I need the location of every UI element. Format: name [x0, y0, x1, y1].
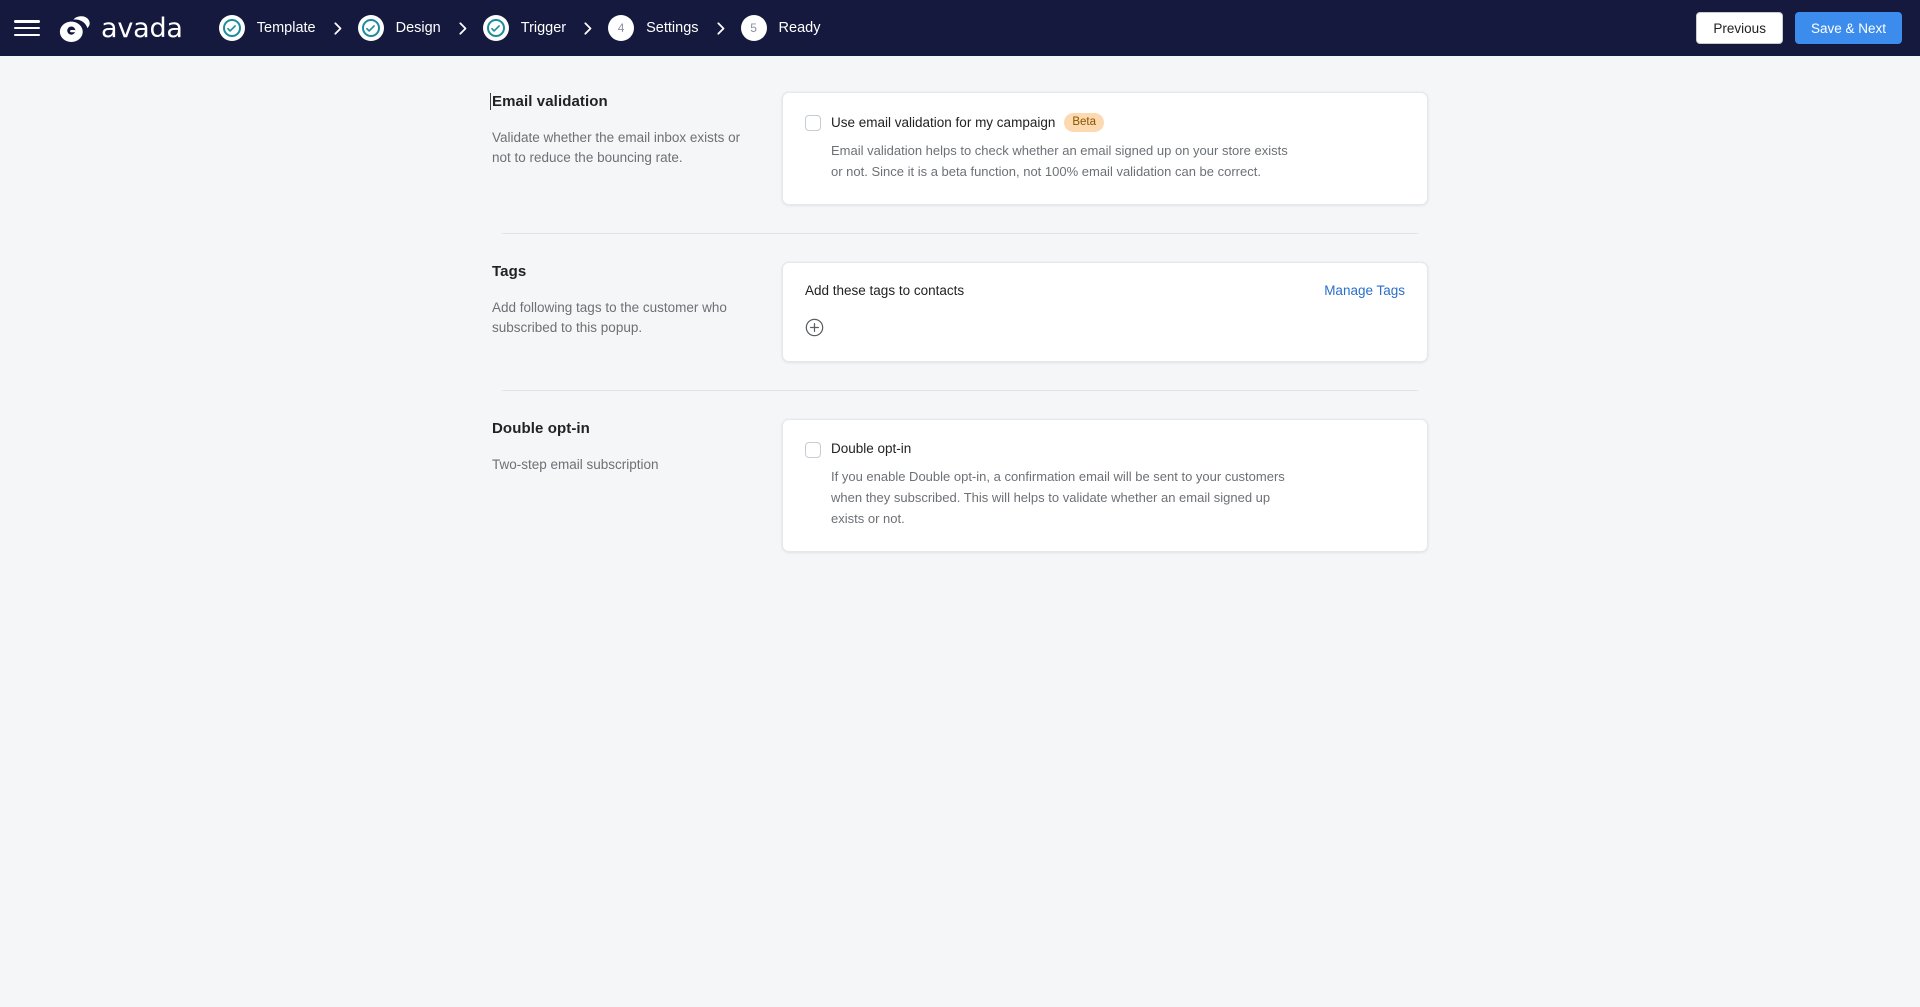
- wizard-step-trigger[interactable]: Trigger: [482, 15, 567, 41]
- step-status-icon-done: [218, 15, 245, 41]
- section-right-tags: Add these tags to contacts Manage Tags: [782, 262, 1428, 362]
- previous-button[interactable]: Previous: [1696, 12, 1783, 44]
- wizard-step-ready[interactable]: 5 Ready: [740, 15, 821, 41]
- section-description-tags: Add following tags to the customer who s…: [492, 300, 727, 335]
- section-left-tags: Tags Add following tags to the customer …: [492, 262, 782, 338]
- wizard-step-label: Ready: [778, 20, 821, 36]
- section-divider: [502, 390, 1418, 391]
- email-validation-checkbox-text: Use email validation for my campaign: [831, 114, 1056, 130]
- section-right-double-opt-in: Double opt-in If you enable Double opt-i…: [782, 419, 1428, 552]
- step-number: 5: [750, 21, 757, 35]
- double-opt-in-checkbox-text: Double opt-in: [831, 441, 912, 456]
- wizard-step-label: Design: [395, 20, 441, 36]
- tags-card-label: Add these tags to contacts: [805, 283, 965, 298]
- tags-card: Add these tags to contacts Manage Tags: [782, 262, 1428, 362]
- save-and-next-button[interactable]: Save & Next: [1794, 12, 1902, 44]
- section-tags: Tags Add following tags to the customer …: [492, 262, 1428, 362]
- email-validation-checkbox-row: Use email validation for my campaign Bet…: [805, 113, 1405, 132]
- page-title-tags: Tags: [492, 263, 527, 280]
- section-description-double-opt-in: Two-step email subscription: [492, 457, 659, 472]
- section-left-double-opt-in: Double opt-in Two-step email subscriptio…: [492, 419, 782, 475]
- page-title-email-validation: Email validation: [490, 92, 752, 112]
- section-double-opt-in: Double opt-in Two-step email subscriptio…: [492, 419, 1428, 552]
- wizard-step-design[interactable]: Design: [357, 15, 441, 41]
- hamburger-line: [14, 26, 40, 30]
- email-validation-card: Use email validation for my campaign Bet…: [782, 92, 1428, 205]
- double-opt-in-card: Double opt-in If you enable Double opt-i…: [782, 419, 1428, 552]
- step-number-badge: 5: [740, 15, 767, 41]
- manage-tags-link[interactable]: Manage Tags: [1324, 283, 1405, 298]
- chevron-right-icon: [459, 21, 467, 35]
- hamburger-line: [14, 33, 40, 36]
- wizard-steps: Template Design Trigger 4 Settings 5 Rea…: [218, 15, 821, 41]
- brand-name: avada: [101, 12, 183, 44]
- email-validation-checkbox-label[interactable]: Use email validation for my campaign Bet…: [831, 113, 1105, 132]
- section-right-email-validation: Use email validation for my campaign Bet…: [782, 92, 1428, 205]
- top-navigation-bar: avada Template Design Trigger 4 Settings…: [0, 0, 1920, 56]
- plus-circle-icon[interactable]: [805, 318, 824, 337]
- chevron-right-icon: [334, 21, 342, 35]
- wizard-step-label: Settings: [646, 20, 699, 36]
- chevron-right-icon: [716, 21, 725, 35]
- double-opt-in-checkbox[interactable]: [805, 442, 821, 458]
- double-opt-in-checkbox-row: Double opt-in: [805, 440, 1405, 458]
- status-badge-beta: Beta: [1064, 113, 1105, 132]
- step-number: 4: [617, 21, 625, 35]
- tags-card-header: Add these tags to contacts Manage Tags: [805, 283, 1405, 298]
- section-email-validation: Email validation Validate whether the em…: [490, 92, 1428, 205]
- wizard-step-label: Template: [256, 20, 316, 36]
- settings-page: Email validation Validate whether the em…: [0, 56, 1920, 1007]
- step-number-badge: 4: [608, 15, 635, 41]
- brand-logo[interactable]: avada: [58, 13, 183, 43]
- section-description-email-validation: Validate whether the email inbox exists …: [492, 130, 741, 165]
- double-opt-in-help-text: If you enable Double opt-in, a confirmat…: [831, 469, 1285, 526]
- hamburger-icon[interactable]: [14, 17, 40, 39]
- chevron-right-icon: [584, 21, 592, 35]
- section-divider: [502, 233, 1418, 234]
- section-left-email-validation: Email validation Validate whether the em…: [490, 92, 782, 168]
- top-bar-actions: Previous Save & Next: [1696, 12, 1902, 44]
- wizard-step-label: Trigger: [520, 20, 567, 36]
- avada-logo-icon: [59, 16, 90, 42]
- step-status-icon-done: [357, 15, 384, 41]
- page-title-double-opt-in: Double opt-in: [492, 420, 590, 437]
- hamburger-line: [14, 20, 40, 23]
- step-status-icon-done: [482, 15, 509, 41]
- double-opt-in-checkbox-label[interactable]: Double opt-in: [831, 440, 911, 458]
- email-validation-help-text: Email validation helps to check whether …: [831, 143, 1288, 179]
- settings-content: Email validation Validate whether the em…: [490, 56, 1428, 552]
- wizard-step-settings[interactable]: 4 Settings: [608, 15, 699, 41]
- email-validation-checkbox[interactable]: [805, 115, 821, 131]
- wizard-step-template[interactable]: Template: [218, 15, 316, 41]
